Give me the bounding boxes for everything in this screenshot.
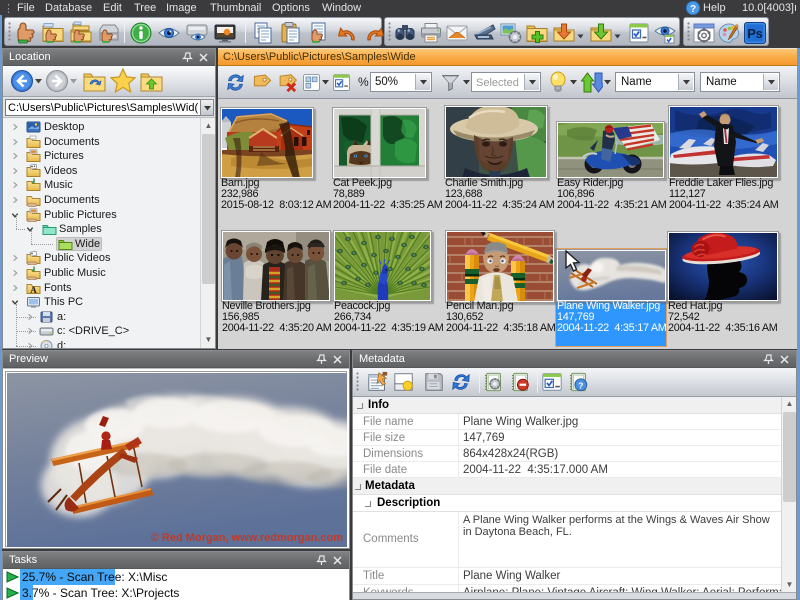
svg-text:?: ? bbox=[690, 4, 696, 15]
svg-text:Ps: Ps bbox=[747, 27, 762, 41]
svg-text:?: ? bbox=[578, 381, 583, 391]
svg-text:A: A bbox=[30, 285, 37, 295]
svg-text:© Red Morgan, www.redmorgan.co: © Red Morgan, www.redmorgan.com bbox=[151, 532, 343, 544]
